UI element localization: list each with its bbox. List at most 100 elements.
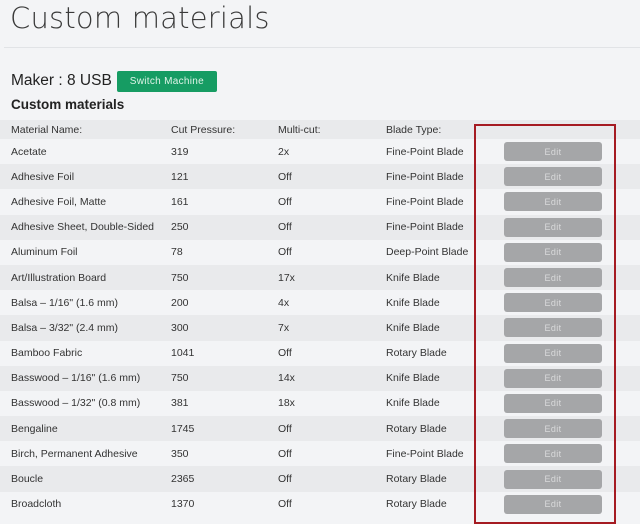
blade-type-cell: Rotary Blade — [386, 347, 447, 360]
table-row: Aluminum Foil 78 Off Deep-Point Blade Edit — [0, 239, 640, 265]
material-name-cell: Broadcloth — [11, 498, 62, 511]
cut-pressure-cell: 161 — [171, 195, 189, 208]
maker-row: Maker : 8 USB Switch Machine — [11, 70, 218, 92]
header-blade-type: Blade Type: — [386, 123, 442, 136]
table-row: Broadcloth 1370 Off Rotary Blade Edit — [0, 491, 640, 517]
cut-pressure-cell: 300 — [171, 321, 189, 334]
blade-type-cell: Rotary Blade — [386, 498, 447, 511]
cut-pressure-cell: 250 — [171, 221, 189, 234]
cut-pressure-cell: 350 — [171, 447, 189, 460]
edit-button[interactable]: Edit — [504, 318, 602, 338]
material-name-cell: Boucle — [11, 473, 44, 486]
cut-pressure-cell: 1370 — [171, 498, 195, 511]
edit-button[interactable]: Edit — [504, 444, 602, 464]
edit-button[interactable]: Edit — [504, 368, 602, 388]
blade-type-cell: Deep-Point Blade — [386, 246, 469, 259]
cut-pressure-cell: 750 — [171, 372, 189, 385]
multi-cut-cell: Off — [278, 170, 292, 183]
edit-button[interactable]: Edit — [504, 268, 602, 288]
header-multi-cut: Multi-cut: — [278, 123, 321, 136]
table-row: Bengaline 1745 Off Rotary Blade Edit — [0, 416, 640, 442]
material-name-cell: Art/Illustration Board — [11, 271, 107, 284]
edit-button[interactable]: Edit — [504, 192, 602, 212]
action-cell: Edit — [488, 290, 640, 315]
header-cut-pressure: Cut Pressure: — [171, 123, 236, 136]
blade-type-cell: Knife Blade — [386, 296, 440, 309]
blade-type-cell: Knife Blade — [386, 372, 440, 385]
action-cell: Edit — [488, 492, 640, 517]
edit-button[interactable]: Edit — [504, 343, 602, 363]
multi-cut-cell: Off — [278, 498, 292, 511]
material-name-cell: Bengaline — [11, 422, 58, 435]
edit-button[interactable]: Edit — [504, 469, 602, 489]
table-row: Boucle 2365 Off Rotary Blade Edit — [0, 466, 640, 492]
header-actions — [488, 120, 640, 139]
table-row: Adhesive Sheet, Double-Sided 250 Off Fine-P… — [0, 214, 640, 240]
switch-machine-button[interactable]: Switch Machine — [116, 70, 218, 92]
multi-cut-cell: Off — [278, 447, 292, 460]
material-name-cell: Bamboo Fabric — [11, 347, 83, 360]
cut-pressure-cell: 381 — [171, 397, 189, 410]
multi-cut-cell: 2x — [278, 145, 290, 158]
cut-pressure-cell: 121 — [171, 170, 189, 183]
blade-type-cell: Knife Blade — [386, 397, 440, 410]
material-name-cell: Balsa – 1/16" (1.6 mm) — [11, 296, 119, 309]
cut-pressure-cell: 1041 — [171, 347, 195, 360]
material-name-cell: Birch, Permanent Adhesive — [11, 447, 138, 460]
multi-cut-cell: Off — [278, 422, 292, 435]
multi-cut-cell: Off — [278, 195, 292, 208]
table-row: Balsa – 1/16" (1.6 mm) 200 4x Knife Blade Ed… — [0, 290, 640, 316]
multi-cut-cell: Off — [278, 221, 292, 234]
multi-cut-cell: 4x — [278, 296, 290, 309]
material-name-cell: Aluminum Foil — [11, 246, 78, 259]
action-cell: Edit — [488, 416, 640, 441]
material-name-cell: Acetate — [11, 145, 47, 158]
blade-type-cell: Knife Blade — [386, 271, 440, 284]
action-cell: Edit — [488, 139, 640, 164]
edit-button[interactable]: Edit — [504, 419, 602, 439]
blade-type-cell: Fine-Point Blade — [386, 170, 464, 183]
multi-cut-cell: 14x — [278, 372, 295, 385]
action-cell: Edit — [488, 441, 640, 466]
table-row: Adhesive Foil, Matte 161 Off Fine-Point Bla… — [0, 189, 640, 215]
edit-button[interactable]: Edit — [504, 494, 602, 514]
blade-type-cell: Fine-Point Blade — [386, 195, 464, 208]
blade-type-cell: Rotary Blade — [386, 422, 447, 435]
multi-cut-cell: 17x — [278, 271, 295, 284]
blade-type-cell: Fine-Point Blade — [386, 145, 464, 158]
action-cell: Edit — [488, 265, 640, 290]
edit-button[interactable]: Edit — [504, 242, 602, 262]
action-cell: Edit — [488, 315, 640, 340]
table-row: Acetate 319 2x Fine-Point Blade Edit — [0, 139, 640, 165]
table-header-row: Material Name: Cut Pressure: Multi-cut: … — [0, 120, 640, 139]
blade-type-cell: Fine-Point Blade — [386, 447, 464, 460]
cut-pressure-cell: 319 — [171, 145, 189, 158]
edit-button[interactable]: Edit — [504, 217, 602, 237]
cut-pressure-cell: 1745 — [171, 422, 195, 435]
table-row: Basswood – 1/32" (0.8 mm) 381 18x Knife Bla… — [0, 390, 640, 417]
edit-button[interactable]: Edit — [504, 142, 602, 162]
header-material-name: Material Name: — [11, 123, 83, 136]
title-divider — [4, 47, 640, 48]
action-cell: Edit — [488, 215, 640, 240]
action-cell: Edit — [488, 189, 640, 214]
cut-pressure-cell: 2365 — [171, 473, 195, 486]
cut-pressure-cell: 200 — [171, 296, 189, 309]
action-cell: Edit — [488, 366, 640, 391]
material-name-cell: Balsa – 3/32" (2.4 mm) — [11, 321, 119, 334]
table-row: Bamboo Fabric 1041 Off Rotary Blade Edit — [0, 340, 640, 366]
page-title: Custom materials — [10, 1, 270, 35]
cut-pressure-cell: 78 — [171, 246, 183, 259]
action-cell: Edit — [488, 341, 640, 366]
material-name-cell: Adhesive Foil — [11, 170, 75, 183]
multi-cut-cell: 7x — [278, 321, 290, 334]
material-name-cell: Adhesive Sheet, Double-Sided — [11, 221, 155, 234]
multi-cut-cell: Off — [278, 347, 292, 360]
maker-label: Maker : 8 USB — [11, 72, 112, 89]
table-row: Basswood – 1/16" (1.6 mm) 750 14x Knife Bla… — [0, 365, 640, 391]
edit-button[interactable]: Edit — [504, 293, 602, 313]
action-cell: Edit — [488, 164, 640, 189]
multi-cut-cell: 18x — [278, 397, 295, 410]
edit-button[interactable]: Edit — [504, 393, 602, 413]
edit-button[interactable]: Edit — [504, 167, 602, 187]
